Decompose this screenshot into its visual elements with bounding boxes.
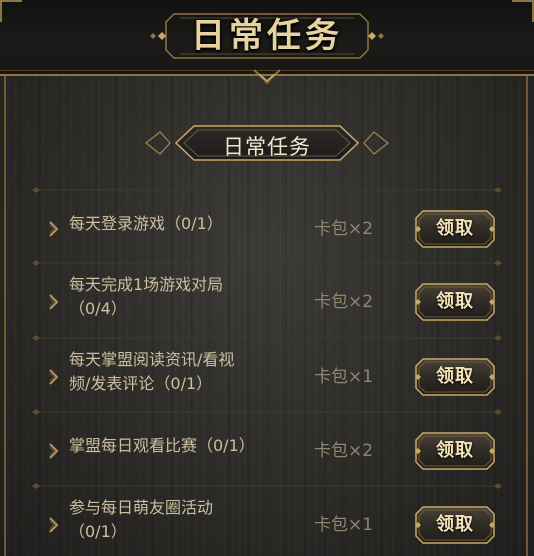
task-reward: 卡包×2	[314, 441, 374, 461]
task-name-line: 掌盟每日观看比赛（0/1）	[69, 436, 255, 455]
task-reward: 卡包×2	[314, 292, 374, 312]
claim-button-label: 领取	[436, 366, 474, 387]
claim-button[interactable]: 领取	[415, 283, 495, 321]
section-tab: 日常任务	[0, 120, 534, 166]
task-name-line: 每天掌盟阅读资讯/看视	[69, 350, 235, 369]
task-name-line: 频/发表评论（0/1）	[69, 374, 213, 393]
task-name: 掌盟每日观看比赛（0/1）	[69, 434, 299, 458]
claim-button-label: 领取	[436, 291, 474, 312]
task-reward: 卡包×1	[314, 367, 374, 387]
task-name: 每天掌盟阅读资讯/看视 频/发表评论（0/1）	[69, 348, 299, 396]
task-reward: 卡包×2	[314, 219, 374, 239]
claim-button[interactable]: 领取	[415, 358, 495, 396]
task-row: 掌盟每日观看比赛（0/1） 卡包×2 领取	[0, 412, 534, 484]
claim-button[interactable]: 领取	[415, 210, 495, 248]
task-row: 每天掌盟阅读资讯/看视 频/发表评论（0/1） 卡包×1 领取	[0, 338, 534, 410]
chevron-right-icon	[49, 443, 59, 459]
header-banner: 日常任务	[0, 0, 534, 76]
task-name-line: 参与每日萌友圈活动	[69, 498, 214, 517]
chevron-right-icon	[49, 517, 59, 533]
daily-tasks-panel: 日常任务 日常任务 每天登录游戏（0/1） 卡包×2 领取 每天完成1场游戏对局…	[0, 0, 534, 556]
claim-button-label: 领取	[436, 440, 474, 461]
task-name-line: （0/4）	[69, 299, 127, 318]
task-name-line: （0/1）	[69, 522, 127, 541]
header-title: 日常任务	[191, 16, 343, 56]
claim-button-label: 领取	[436, 218, 474, 239]
task-name-line: 每天登录游戏（0/1）	[69, 214, 223, 233]
header-chevron-icon	[253, 69, 281, 85]
task-name: 每天完成1场游戏对局 （0/4）	[69, 273, 299, 321]
task-row: 每天完成1场游戏对局 （0/4） 卡包×2 领取	[0, 263, 534, 335]
claim-button[interactable]: 领取	[415, 432, 495, 470]
task-row: 参与每日萌友圈活动 （0/1） 卡包×1 领取	[0, 486, 534, 556]
task-name: 参与每日萌友圈活动 （0/1）	[69, 496, 299, 544]
section-title: 日常任务	[223, 135, 311, 159]
task-name-line: 每天完成1场游戏对局	[69, 275, 224, 294]
task-row: 每天登录游戏（0/1） 卡包×2 领取	[0, 190, 534, 262]
task-name: 每天登录游戏（0/1）	[69, 212, 299, 236]
chevron-right-icon	[49, 294, 59, 310]
claim-button-label: 领取	[436, 514, 474, 535]
chevron-right-icon	[49, 369, 59, 385]
task-reward: 卡包×1	[314, 515, 374, 535]
chevron-right-icon	[49, 221, 59, 237]
claim-button[interactable]: 领取	[415, 506, 495, 544]
